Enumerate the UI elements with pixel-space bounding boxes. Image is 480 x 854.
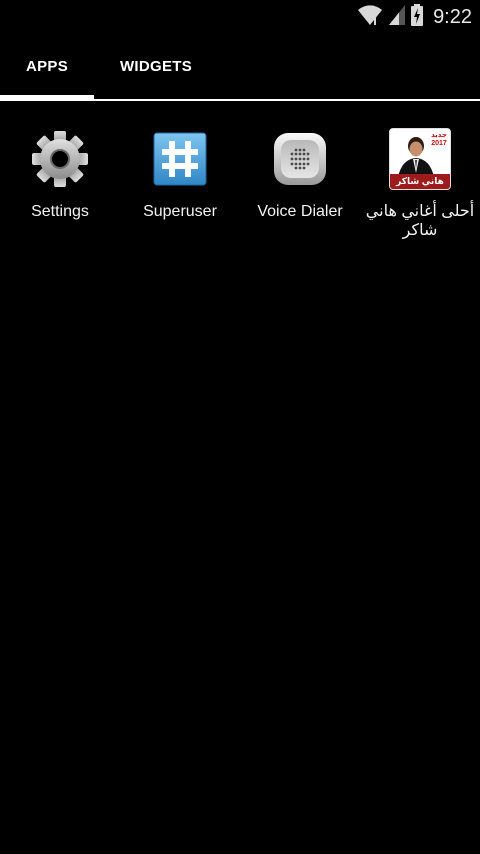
cover-tag-word: جديد <box>431 132 447 139</box>
status-bar: 9:22 <box>0 0 480 33</box>
app-hany-shaker[interactable]: جديد 2017 هاني شاكر أحلى أغاني هاني شاكر <box>360 128 480 258</box>
cover-tag: جديد 2017 <box>430 132 448 148</box>
battery-charging-icon <box>411 3 424 31</box>
album-cover-icon: جديد 2017 هاني شاكر <box>389 128 451 190</box>
app-settings[interactable]: Settings <box>0 128 120 258</box>
gear-icon <box>29 128 91 190</box>
signal-icon <box>389 4 406 30</box>
cover-tag-year: 2017 <box>431 140 447 147</box>
status-icons: 9:22 <box>357 3 472 31</box>
tab-bar: APPS WIDGETS <box>0 33 480 102</box>
cover-banner: هاني شاكر <box>390 174 450 189</box>
tab-divider <box>0 99 480 101</box>
speaker-icon <box>269 128 331 190</box>
app-voice-dialer[interactable]: Voice Dialer <box>240 128 360 258</box>
app-label: Voice Dialer <box>257 203 343 220</box>
status-clock: 9:22 <box>433 6 472 28</box>
wifi-icon <box>357 4 383 31</box>
album-cover: جديد 2017 هاني شاكر <box>389 128 451 190</box>
tab-apps[interactable]: APPS <box>0 33 94 99</box>
app-label: Settings <box>31 203 89 220</box>
app-label: أحلى أغاني هاني شاكر <box>365 203 475 239</box>
hash-icon <box>149 128 211 190</box>
tab-widgets[interactable]: WIDGETS <box>104 33 208 99</box>
app-label: Superuser <box>143 203 217 220</box>
app-superuser[interactable]: Superuser <box>120 128 240 258</box>
